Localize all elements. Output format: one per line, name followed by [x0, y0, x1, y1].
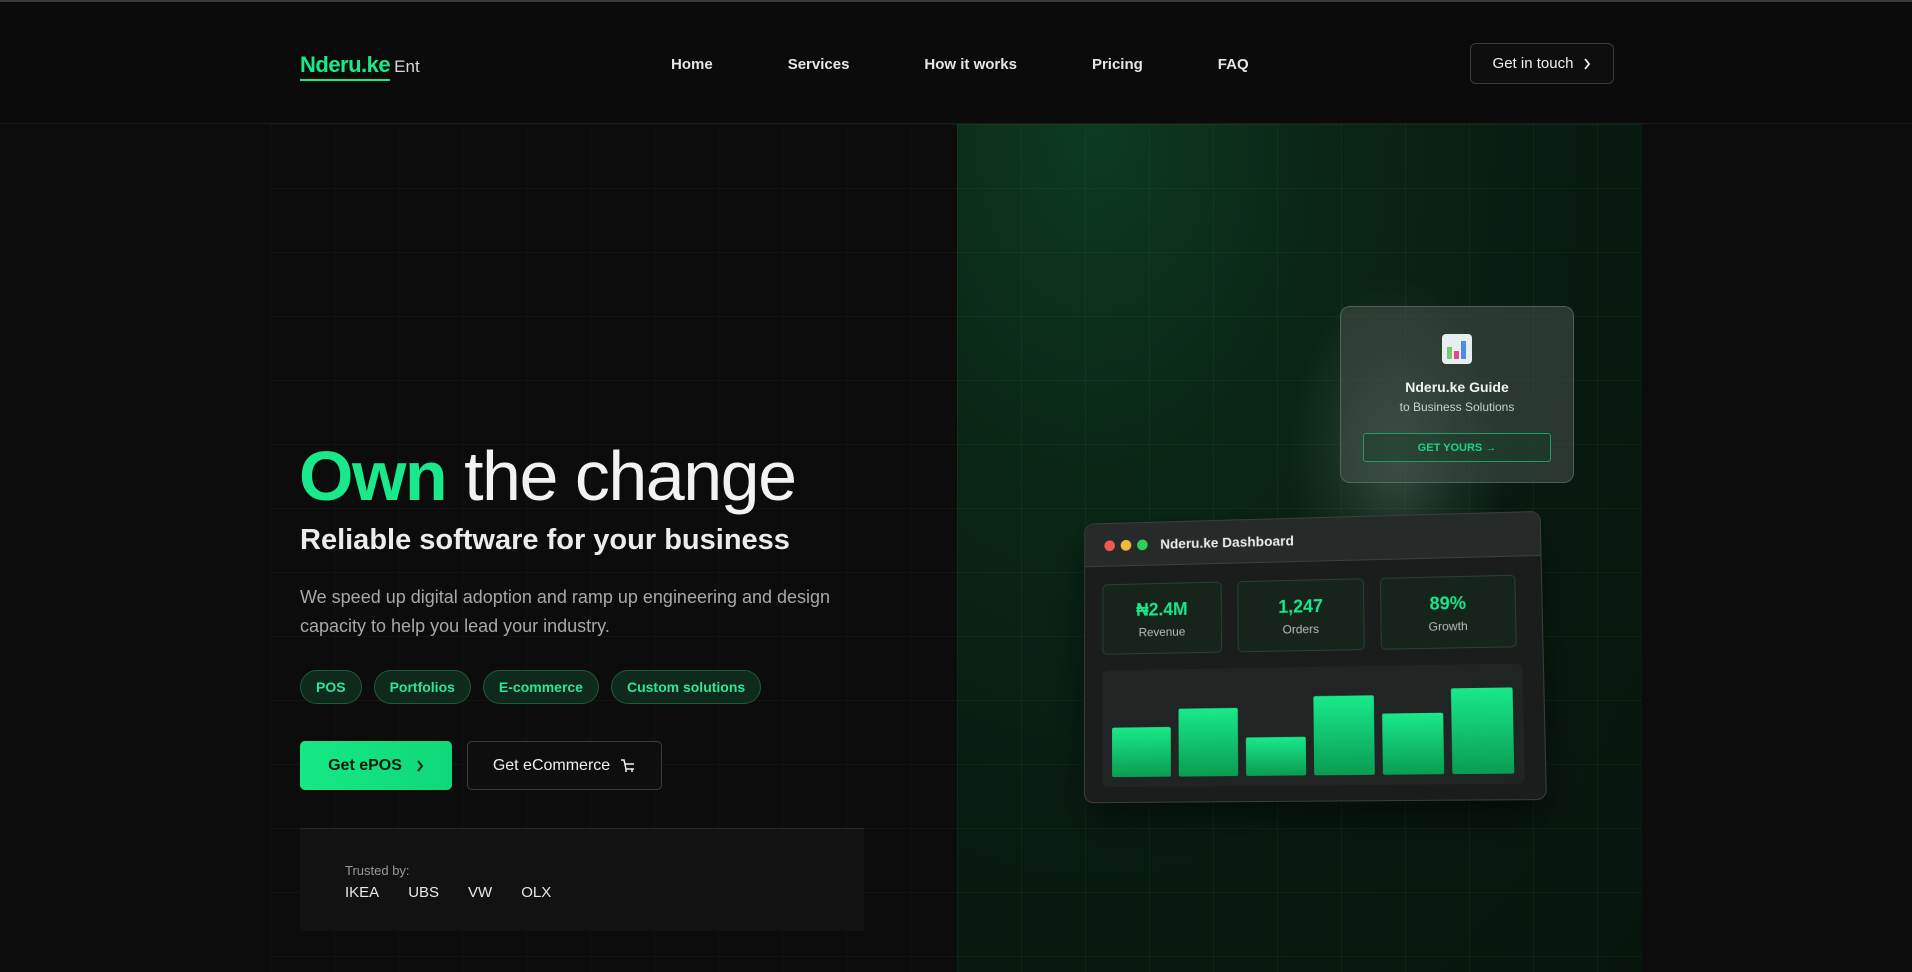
- dashboard-bar-chart: [1102, 663, 1525, 788]
- chart-bar-2: [1178, 707, 1239, 777]
- stat-value: 1,247: [1278, 596, 1323, 617]
- cart-icon: [621, 758, 635, 772]
- nav-link-how-it-works[interactable]: How it works: [924, 56, 1017, 73]
- chevron-right-icon: [1584, 57, 1591, 70]
- trusted-logos: IKEA UBS VW OLX: [345, 884, 551, 901]
- trusted-by-section: Trusted by: IKEA UBS VW OLX: [300, 828, 864, 931]
- chart-bar-5: [1382, 712, 1445, 775]
- minimize-dot-icon: [1120, 539, 1132, 551]
- stat-value: 89%: [1429, 592, 1467, 614]
- hero-subheadline: Reliable software for your business: [300, 524, 790, 556]
- get-epos-button[interactable]: Get ePOS: [300, 741, 452, 790]
- nav-links: Home Services How it works Pricing FAQ: [671, 56, 1324, 73]
- dashboard-title: Nderu.ke Dashboard: [1160, 532, 1295, 552]
- chevron-right-icon: [417, 759, 424, 772]
- top-navigation: Nderu.ke Ent Home Services How it works …: [0, 2, 1912, 124]
- service-tags: POS Portfolios E-commerce Custom solutio…: [300, 670, 762, 704]
- stat-orders: 1,247 Orders: [1237, 578, 1365, 653]
- stat-growth: 89% Growth: [1379, 574, 1517, 650]
- guide-title: Nderu.ke Guide: [1405, 379, 1509, 395]
- brand-suffix: Ent: [394, 57, 420, 76]
- guide-subtitle: to Business Solutions: [1399, 400, 1515, 414]
- get-guide-button[interactable]: GET YOURS →: [1363, 433, 1551, 462]
- dashboard-mockup: Nderu.ke Dashboard ₦2.4M Revenue 1,247 O…: [1083, 510, 1547, 804]
- chart-bar-6: [1450, 687, 1515, 775]
- maximize-dot-icon: [1137, 539, 1148, 551]
- tag-portfolios[interactable]: Portfolios: [373, 670, 471, 704]
- bar-chart-svg: [1112, 687, 1515, 778]
- tag-pos[interactable]: POS: [300, 670, 362, 704]
- nav-link-faq[interactable]: FAQ: [1218, 56, 1249, 73]
- tag-custom-solutions[interactable]: Custom solutions: [610, 670, 762, 704]
- chart-bar-3: [1245, 736, 1307, 776]
- client-logo-olx: OLX: [521, 884, 552, 901]
- chart-icon: [1442, 334, 1472, 364]
- brand-name: Nderu.ke: [300, 52, 391, 81]
- get-ecommerce-button[interactable]: Get eCommerce: [467, 741, 662, 790]
- client-logo-ikea: IKEA: [345, 884, 380, 901]
- chart-bar-1: [1112, 726, 1171, 778]
- tag-ecommerce[interactable]: E-commerce: [482, 670, 599, 704]
- dashboard-stats: ₦2.4M Revenue 1,247 Orders 89% Growth: [1102, 574, 1517, 655]
- client-logo-ubs: UBS: [408, 884, 440, 901]
- get-ecommerce-label: Get eCommerce: [492, 756, 611, 774]
- guide-card[interactable]: Nderu.ke Guide to Business Solutions GET…: [1340, 306, 1574, 483]
- nav-link-home[interactable]: Home: [671, 56, 713, 73]
- nav-link-services[interactable]: Services: [788, 56, 850, 73]
- get-in-touch-label: Get in touch: [1492, 55, 1574, 72]
- close-dot-icon: [1104, 540, 1115, 552]
- stat-label: Revenue: [1138, 624, 1186, 640]
- stat-value: ₦2.4M: [1136, 599, 1188, 620]
- hero-headline: Own the change: [299, 436, 797, 516]
- headline-rest: the change: [464, 437, 797, 515]
- nav-link-pricing[interactable]: Pricing: [1092, 56, 1143, 73]
- hero-description: We speed up digital adoption and ramp up…: [300, 587, 831, 636]
- get-in-touch-button[interactable]: Get in touch: [1470, 43, 1614, 84]
- chart-bar-4: [1313, 695, 1375, 776]
- hero-visual-panel: Nderu.ke Guide to Business Solutions GET…: [957, 124, 1642, 972]
- get-epos-label: Get ePOS: [328, 756, 402, 774]
- client-logo-vw: VW: [468, 884, 493, 901]
- stat-revenue: ₦2.4M Revenue: [1102, 581, 1223, 655]
- headline-accent: Own: [299, 437, 448, 515]
- trusted-label: Trusted by:: [345, 863, 410, 878]
- brand-logo[interactable]: Nderu.ke Ent: [300, 52, 420, 81]
- stat-label: Orders: [1282, 621, 1320, 637]
- stat-label: Growth: [1428, 618, 1468, 634]
